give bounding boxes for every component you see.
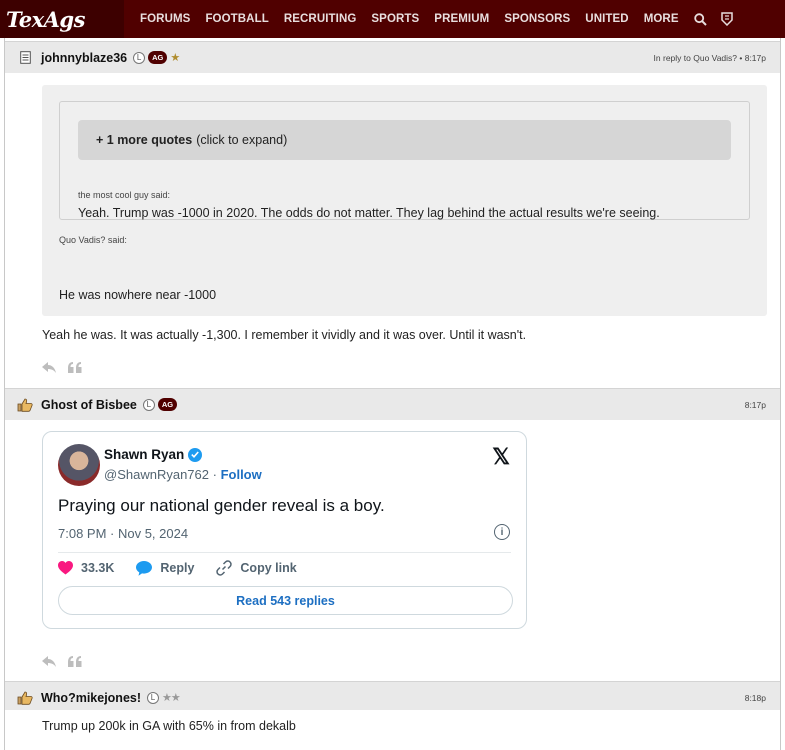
post-body: Trump up 200k in GA with 65% in from dek… — [42, 719, 296, 733]
username[interactable]: Ghost of Bisbee — [41, 398, 137, 412]
post-actions — [42, 360, 94, 376]
copy-link-button[interactable]: Copy link — [216, 560, 297, 576]
gold-star-icon: ★ — [170, 52, 181, 64]
link-icon — [216, 560, 233, 576]
post-time[interactable]: 8:18p — [745, 693, 766, 703]
reply-info[interactable]: In reply to Quo Vadis? • 8:17p — [654, 53, 766, 63]
inner-quote-author: the most cool guy said: — [78, 190, 171, 200]
reply-label: Reply — [160, 561, 195, 575]
tweet-text: Praying our national gender reveal is a … — [58, 496, 385, 515]
quote-icon[interactable] — [68, 360, 82, 376]
tweet-timestamp[interactable]: 7:08 PM · Nov 5, 2024 — [58, 526, 188, 541]
inner-quote-text: Yeah. Trump was -1000 in 2020. The odds … — [78, 206, 660, 220]
tweet-handle[interactable]: @ShawnRyan762 — [104, 467, 209, 482]
username[interactable]: Who?mikejones! — [41, 691, 141, 705]
post-actions — [42, 654, 94, 670]
ag-badge: AG — [148, 51, 168, 64]
like-count: 33.3K — [81, 561, 115, 575]
post-time[interactable]: 8:17p — [745, 400, 766, 410]
top-nav: TexAgs FORUMS FOOTBALL RECRUITING SPORTS… — [0, 0, 785, 38]
outer-quote-author: Quo Vadis? said: — [59, 235, 127, 245]
reply-icon[interactable] — [42, 654, 56, 670]
nav-forums[interactable]: FORUMS — [140, 13, 190, 25]
nav-more[interactable]: MORE — [644, 13, 679, 25]
thumbs-up-icon — [17, 397, 33, 413]
nav-premium[interactable]: PREMIUM — [434, 13, 489, 25]
frame-right-line — [780, 38, 781, 750]
post-header: Who?mikejones! L ★★ 8:18p — [5, 681, 780, 713]
x-logo-icon[interactable]: 𝕏 — [492, 444, 510, 470]
more-quotes-hint: (click to expand) — [196, 133, 288, 147]
verified-icon — [188, 447, 203, 462]
post-header: johnnyblaze36 L AG ★ In reply to Quo Vad… — [5, 41, 780, 73]
ag-badge: AG — [157, 398, 178, 411]
username[interactable]: johnnyblaze36 — [41, 51, 127, 65]
post-body: Yeah he was. It was actually -1,300. I r… — [42, 328, 527, 342]
nav-united[interactable]: UNITED — [585, 13, 628, 25]
tweet-divider — [58, 552, 511, 553]
grey-stars-icon: ★★ — [162, 692, 181, 704]
info-icon[interactable]: i — [494, 524, 510, 540]
handle-separator: · — [212, 467, 217, 482]
tweet-author[interactable]: Shawn Ryan — [104, 447, 203, 462]
thumbs-up-icon — [17, 690, 33, 706]
logo-text: TexAgs — [6, 6, 85, 32]
copy-link-label: Copy link — [240, 561, 297, 575]
document-icon — [17, 50, 33, 66]
like-button[interactable]: 33.3K — [58, 561, 114, 575]
nav-football[interactable]: FOOTBALL — [205, 13, 268, 25]
quote-outer: + 1 more quotes (click to expand) the mo… — [42, 85, 767, 316]
read-replies-button[interactable]: Read 543 replies — [58, 586, 513, 615]
embedded-tweet[interactable]: Shawn Ryan @ShawnRyan762 · Follow 𝕏 Pray… — [42, 431, 527, 629]
expand-quotes-button[interactable]: + 1 more quotes (click to expand) — [78, 120, 731, 160]
nav-recruiting[interactable]: RECRUITING — [284, 13, 357, 25]
tweet-handle-line: @ShawnRyan762 · Follow — [104, 467, 262, 482]
nav-sponsors[interactable]: SPONSORS — [504, 13, 570, 25]
heart-icon — [58, 561, 73, 575]
site-logo[interactable]: TexAgs — [0, 0, 124, 38]
legacy-badge: L — [142, 398, 155, 411]
reply-icon[interactable] — [42, 360, 56, 376]
quote-icon[interactable] — [68, 654, 82, 670]
quote-inner: + 1 more quotes (click to expand) the mo… — [59, 101, 750, 220]
nav-items: FORUMS FOOTBALL RECRUITING SPORTS PREMIU… — [140, 12, 747, 26]
search-icon[interactable] — [693, 12, 707, 26]
outer-quote-text: He was nowhere near -1000 — [59, 288, 217, 302]
legacy-badge: L — [147, 691, 160, 704]
post-header: Ghost of Bisbee L AG 8:17p — [5, 388, 780, 420]
reply-button[interactable]: Reply — [136, 560, 195, 576]
legacy-badge: L — [133, 51, 146, 64]
tweet-actions: 33.3K Reply Copy link — [58, 560, 319, 576]
tweet-author-name: Shawn Ryan — [104, 447, 185, 462]
shield-icon[interactable] — [720, 12, 733, 26]
nav-sports[interactable]: SPORTS — [371, 13, 419, 25]
follow-link[interactable]: Follow — [221, 467, 262, 482]
tweet-avatar[interactable] — [58, 444, 100, 486]
more-quotes-label: + 1 more quotes — [96, 133, 193, 147]
speech-bubble-icon — [136, 560, 153, 576]
